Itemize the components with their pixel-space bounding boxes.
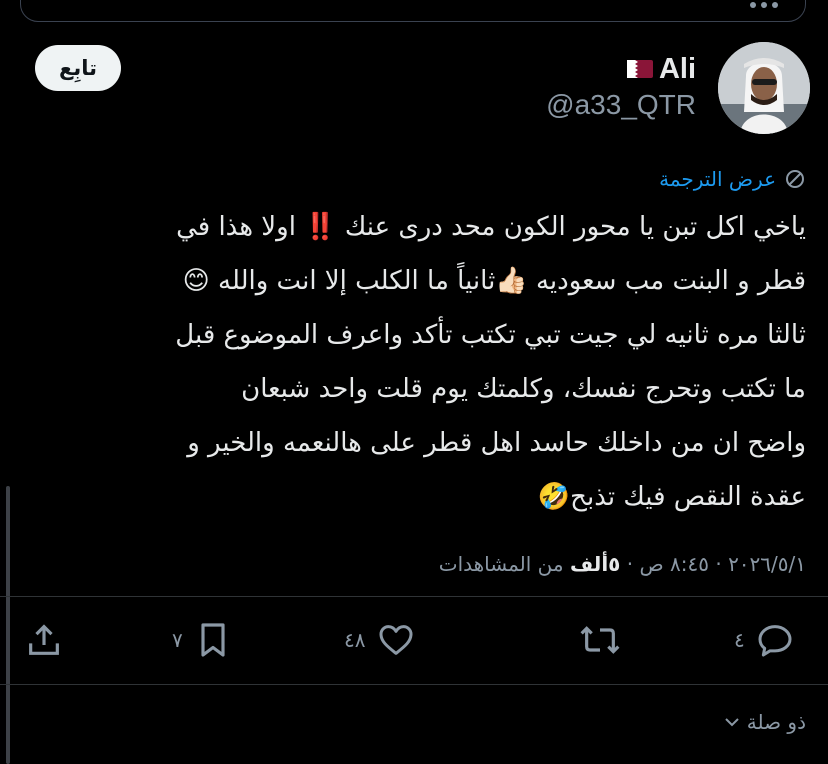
share-icon: [29, 624, 59, 655]
bookmark-count: ٧: [172, 628, 183, 652]
tweet-time[interactable]: ٨:٤٥ ص: [639, 552, 709, 576]
divider: [0, 596, 828, 597]
translate-label: عرض الترجمة: [659, 167, 776, 191]
tweet-meta: ٢٠٢٦/٥/١ · ٨:٤٥ ص · ٥ألف من المشاهدات: [438, 552, 806, 576]
chevron-down-icon: [725, 718, 739, 727]
related-label: ذو صلة: [746, 710, 806, 734]
tweet-text: ياخي اكل تبن يا محور الكون محد درى عنك ‼…: [20, 200, 806, 524]
follow-button[interactable]: تابِع: [35, 45, 121, 91]
author-line[interactable]: Ali: [626, 50, 696, 88]
quoted-tweet-card[interactable]: [20, 0, 806, 22]
related-toggle[interactable]: ذو صلة: [723, 710, 806, 734]
tweet-line: عقدة النقص فيك تذبح🤣: [537, 482, 806, 512]
author-name[interactable]: Ali: [659, 53, 696, 86]
translate-icon: [786, 170, 804, 188]
tweet-line: ما تكتب وتحرج نفسك، وكلمتك يوم قلت واحد …: [241, 374, 806, 404]
tweet-line: قطر و البنت مب سعوديه 👍🏻ثانياً ما الكلب …: [182, 266, 806, 296]
qatar-flag-icon: [626, 60, 653, 78]
tweet-line: واضح ان من داخلك حاسد اهل قطر على هالنعم…: [187, 428, 806, 458]
like-count: ٤٨: [344, 628, 366, 652]
reply-button[interactable]: ٤: [734, 612, 795, 668]
bookmark-button[interactable]: ٧: [172, 612, 233, 668]
bookmark-icon: [201, 623, 225, 657]
views-count: ٥ألف: [569, 552, 621, 576]
avatar[interactable]: [718, 42, 810, 134]
like-button[interactable]: ٤٨: [344, 612, 417, 668]
divider: [0, 684, 828, 685]
repost-icon: [580, 626, 620, 654]
author-handle[interactable]: @a33_QTR: [546, 89, 696, 121]
heart-icon: [379, 625, 413, 655]
tweet-detail-page: Ali @a33_QTR تابِع عرض الترجمة ياخي اكل …: [0, 0, 828, 764]
tweet-line: ثالثا مره ثانيه لي جيت تبي تكتب تأكد واع…: [175, 320, 806, 350]
reply-icon: [758, 625, 792, 657]
more-icon[interactable]: [750, 2, 778, 8]
avatar-image: [718, 42, 810, 134]
translate-link[interactable]: عرض الترجمة: [659, 164, 806, 194]
views-label: من المشاهدات: [438, 552, 564, 576]
repost-button[interactable]: [578, 612, 622, 668]
tweet-date[interactable]: ٢٠٢٦/٥/١: [728, 552, 806, 576]
share-button[interactable]: [24, 612, 64, 668]
action-bar: ٤ ٤٨ ٧: [0, 612, 828, 668]
tweet-line: ياخي اكل تبن يا محور الكون محد درى عنك ‼…: [176, 212, 806, 242]
reply-count: ٤: [734, 628, 745, 652]
